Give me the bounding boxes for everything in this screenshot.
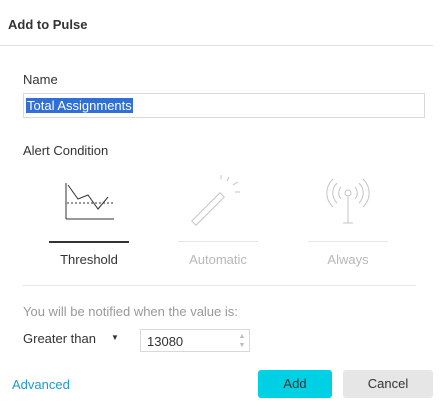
automatic-underline	[178, 241, 258, 242]
advanced-link[interactable]: Advanced	[12, 377, 70, 392]
condition-option-always[interactable]: Always	[295, 175, 401, 270]
operator-select[interactable]: Greater than ▼	[23, 331, 133, 351]
threshold-value: 13080	[147, 334, 184, 349]
threshold-underline	[49, 241, 129, 243]
dialog-title: Add to Pulse	[8, 17, 88, 32]
broadcast-antenna-icon	[326, 178, 370, 224]
always-underline	[308, 241, 388, 242]
operator-value: Greater than	[23, 331, 96, 346]
magic-wand-icon	[191, 175, 240, 226]
condition-option-threshold[interactable]: Threshold	[36, 175, 142, 270]
title-divider	[0, 45, 433, 46]
caret-down-icon: ▼	[111, 333, 119, 342]
section-divider	[23, 285, 416, 286]
name-label: Name	[23, 72, 58, 87]
condition-label-always: Always	[327, 252, 369, 267]
condition-label-threshold: Threshold	[60, 252, 118, 267]
alert-condition-label: Alert Condition	[23, 143, 109, 158]
threshold-chart-icon	[65, 183, 114, 220]
cancel-button[interactable]: Cancel	[343, 370, 433, 398]
condition-label-automatic: Automatic	[189, 252, 247, 267]
threshold-value-input[interactable]: 13080 ▲ ▼	[140, 329, 250, 352]
name-input[interactable]: Total Assignments	[23, 93, 425, 118]
name-input-value: Total Assignments	[26, 98, 133, 113]
spin-down-icon[interactable]: ▼	[236, 340, 248, 350]
add-button[interactable]: Add	[258, 370, 332, 398]
condition-option-automatic[interactable]: Automatic	[165, 175, 271, 270]
notification-text: You will be notified when the value is:	[23, 304, 238, 319]
